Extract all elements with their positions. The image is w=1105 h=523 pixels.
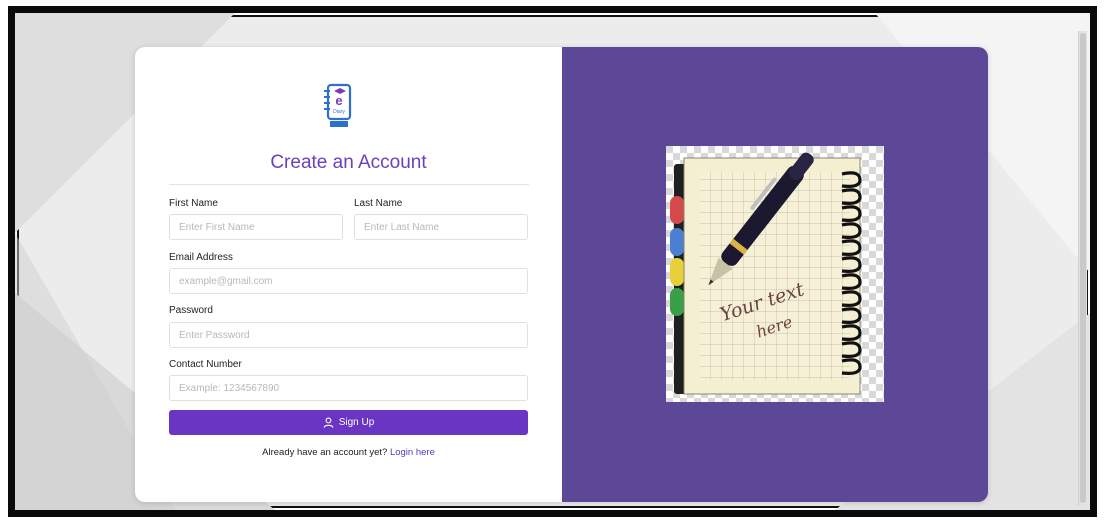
login-prompt: Already have an account yet? Login here <box>135 447 562 458</box>
scrollbar-thumb[interactable] <box>1080 33 1086 503</box>
contact-number-input[interactable] <box>169 375 528 401</box>
password-label: Password <box>169 305 213 316</box>
login-link[interactable]: Login here <box>390 447 435 458</box>
first-name-input[interactable] <box>169 214 343 240</box>
ediary-logo-icon: e Diary <box>324 83 352 127</box>
logo-letter: e <box>335 93 342 108</box>
first-name-label: First Name <box>169 198 218 209</box>
last-name-input[interactable] <box>354 214 528 240</box>
screenshot-frame: e Diary Create an Account First Name Las… <box>8 6 1097 517</box>
email-input[interactable] <box>169 268 528 294</box>
last-name-label: Last Name <box>354 198 403 209</box>
contact-number-label: Contact Number <box>169 359 242 370</box>
title-divider <box>169 184 529 185</box>
sign-up-button[interactable]: Sign Up <box>169 410 528 435</box>
page-scrollbar[interactable] <box>1078 31 1087 506</box>
page-title: Create an Account <box>270 152 427 173</box>
email-label: Email Address <box>169 252 233 263</box>
signup-card: e Diary Create an Account First Name Las… <box>135 47 988 502</box>
login-prompt-text: Already have an account yet? <box>262 447 388 458</box>
notebook-pen-illustration: Your text here <box>666 146 884 402</box>
logo-caption: Diary <box>333 109 345 115</box>
signup-form-panel: e Diary Create an Account First Name Las… <box>135 47 562 502</box>
illustration-panel: Your text here <box>562 47 988 502</box>
user-icon <box>323 417 334 428</box>
password-input[interactable] <box>169 322 528 348</box>
sign-up-label: Sign Up <box>338 417 375 428</box>
